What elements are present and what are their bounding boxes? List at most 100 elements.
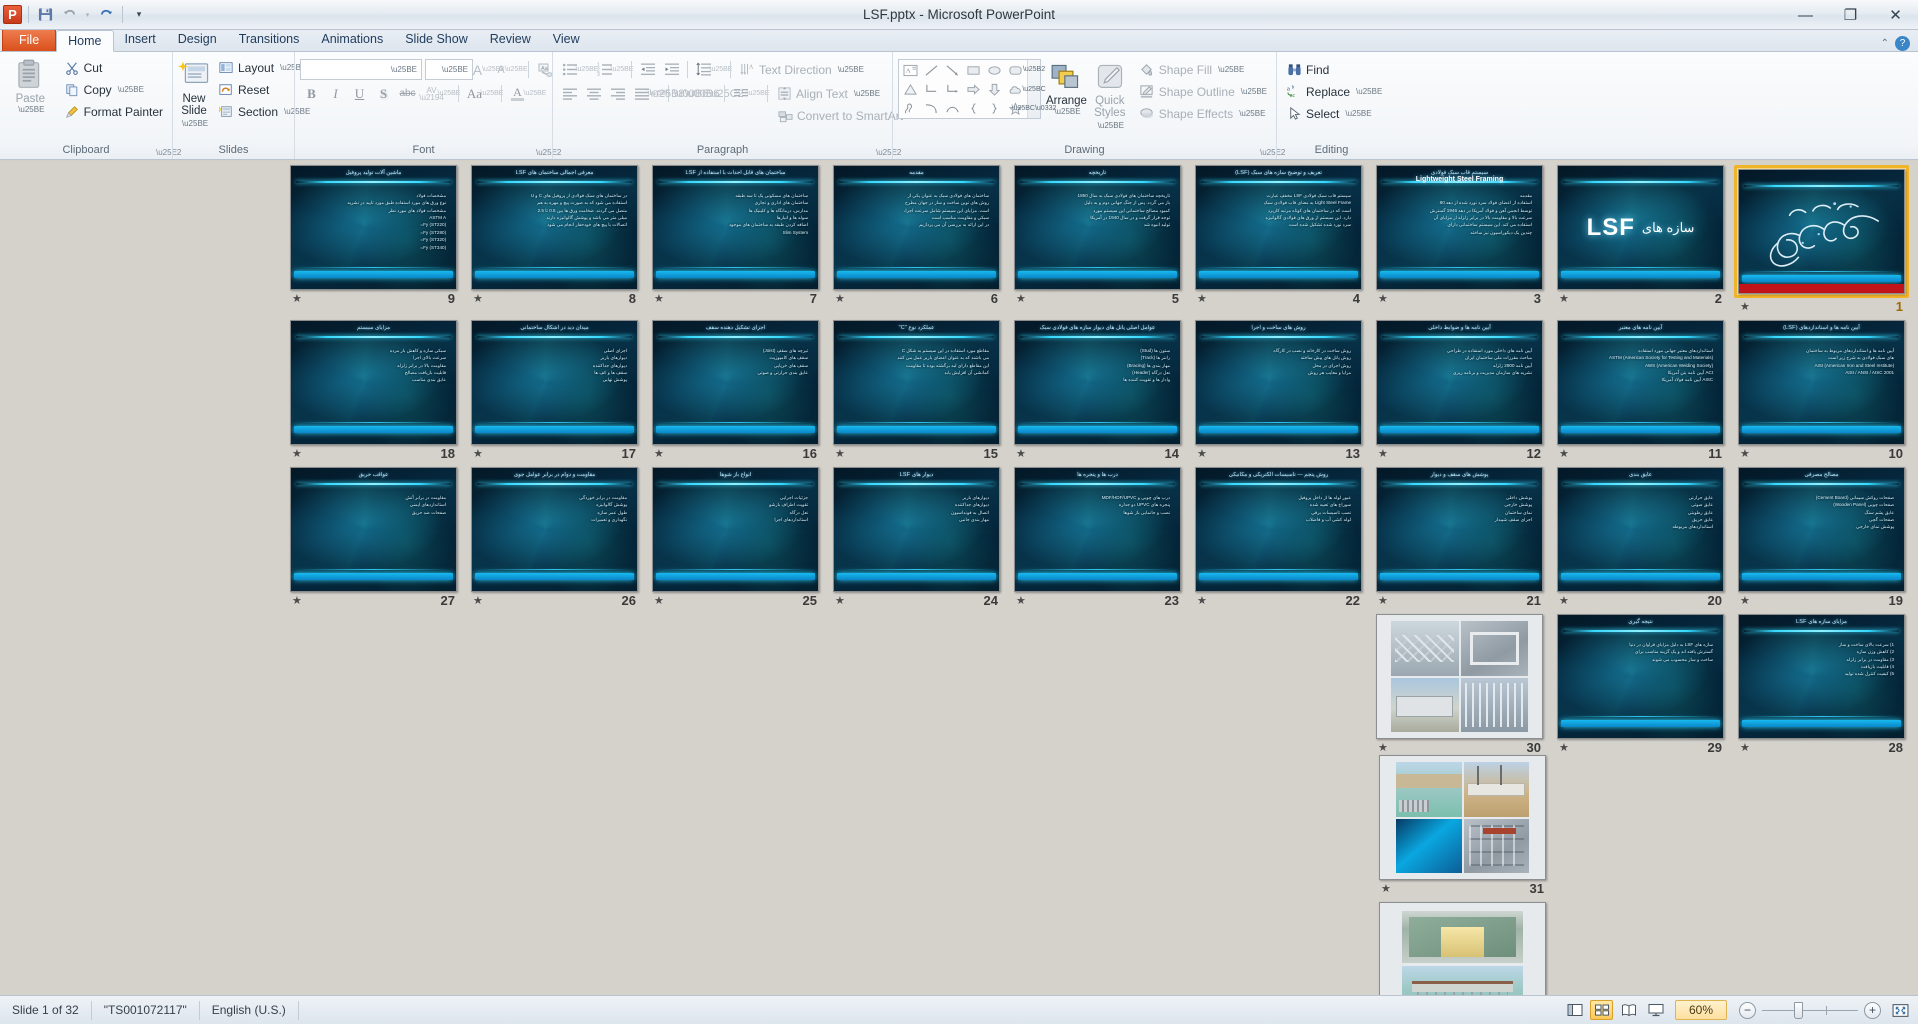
slide-thumbnail-wrap[interactable]: عایق بندی عایق حرارتی عایق صوتی عایق رطوبت… xyxy=(1553,467,1728,592)
format-painter-button[interactable]: Format Painter xyxy=(60,101,167,122)
transition-star-icon[interactable]: ★​ xyxy=(1378,742,1388,754)
shape-rectangle-icon[interactable] xyxy=(963,61,984,80)
columns-dropdown-icon[interactable]: \u25BE xyxy=(747,83,770,104)
chevron-down-icon[interactable]: \u25BE xyxy=(1356,87,1382,96)
shape-textbox-icon[interactable]: A xyxy=(900,61,921,80)
slide-thumbnail[interactable] xyxy=(1379,902,1546,995)
shapes-gallery[interactable]: A \u25B2 \u25BC \u25BC\u0332 xyxy=(898,59,1057,119)
slide-thumbnail-wrap[interactable]: آیین نامه های معتبر استانداردهای معتبر ج… xyxy=(1553,320,1728,445)
slide-cell[interactable]: عوامل اصلی پانل های دیوار سازه های فولاد… xyxy=(1010,320,1185,461)
align-right-button[interactable] xyxy=(606,83,629,104)
transition-star-icon[interactable]: ★​ xyxy=(292,448,302,460)
window-controls[interactable]: — ❐ ✕ xyxy=(1783,0,1918,29)
char-spacing-dropdown-icon[interactable]: \u25BE xyxy=(438,83,461,104)
shape-arc-icon[interactable] xyxy=(942,99,963,118)
slide-cell[interactable]: آیین نامه های معتبر استانداردهای معتبر ج… xyxy=(1553,320,1728,461)
transition-star-icon[interactable]: ★​ xyxy=(654,293,664,305)
shape-elbow-arrow-icon[interactable] xyxy=(942,80,963,99)
slide-cell[interactable]: درب ها و پنجره ها درب های چوبی و MDF/HDF… xyxy=(1010,467,1185,608)
slide-thumbnail[interactable]: روش های ساخت و اجرا روش ساخت در کارخانه … xyxy=(1195,320,1362,445)
slide-thumbnail[interactable]: اجزای تشکیل دهنده سقف تیرچه های سقف (Joi… xyxy=(652,320,819,445)
slide-cell[interactable]: انواع باز شوها جزئیات اجرایی تقویت اطراف … xyxy=(648,467,823,608)
view-slide-show-button[interactable] xyxy=(1644,1000,1667,1020)
slide-cell[interactable]: ★​ 1 xyxy=(1734,165,1909,314)
gallery-more-icon[interactable]: \u25BC\u0332 xyxy=(1012,99,1057,118)
restore-button[interactable]: ❐ xyxy=(1828,0,1873,30)
tab-animations[interactable]: Animations xyxy=(310,29,394,51)
slide-thumbnail[interactable]: مصالح مصرفی صفحات روکش سیمانی (Cement Bo… xyxy=(1738,467,1905,592)
slide-thumbnail[interactable] xyxy=(1738,169,1905,294)
zoom-track[interactable] xyxy=(1762,1001,1858,1019)
customize-qat-icon[interactable]: ▾ xyxy=(129,5,149,25)
slide-thumbnail[interactable]: مقدمه ساختمان های فولادی سبک به عنوان یک… xyxy=(833,165,1000,290)
slide-thumbnail[interactable]: عوامل اصلی پانل های دیوار سازه های فولاد… xyxy=(1014,320,1181,445)
transition-star-icon[interactable]: ★​ xyxy=(1016,595,1026,607)
zoom-out-button[interactable]: − xyxy=(1739,1001,1756,1019)
shape-arrow-icon[interactable] xyxy=(942,61,963,80)
transition-star-icon[interactable]: ★​ xyxy=(1740,595,1750,607)
chevron-down-icon[interactable]: \u25BE xyxy=(1218,65,1244,74)
shape-outline-button[interactable]: Shape Outline \u25BE xyxy=(1135,81,1271,102)
shape-effects-button[interactable]: Shape Effects \u25BE xyxy=(1135,103,1271,124)
slide-cell[interactable]: سازه های LSF ★​ 2 xyxy=(1553,165,1728,314)
tab-view[interactable]: View xyxy=(542,29,591,51)
slide-thumbnail-wrap[interactable]: عوامل اصلی پانل های دیوار سازه های فولاد… xyxy=(1010,320,1185,445)
transition-star-icon[interactable]: ★​ xyxy=(473,293,483,305)
slide-cell[interactable]: ★​ 31 xyxy=(1375,755,1550,896)
save-icon[interactable] xyxy=(35,5,55,25)
minimize-button[interactable]: — xyxy=(1783,0,1828,30)
transition-star-icon[interactable]: ★​ xyxy=(835,448,845,460)
slide-cell[interactable]: ماشین آلات تولید پروفیل مشخصات فولاد نوع … xyxy=(286,165,461,314)
shrink-font-button[interactable]: A \u25BE xyxy=(497,59,527,80)
close-button[interactable]: ✕ xyxy=(1873,0,1918,30)
chevron-down-icon[interactable]: \u25BE xyxy=(442,65,468,74)
slide-thumbnail-wrap[interactable]: تعریف و توضیح سازه های سبک (LSF) سیستم ق… xyxy=(1191,165,1366,290)
undo-icon[interactable] xyxy=(59,5,79,25)
slide-thumbnail[interactable]: عملکرد نوع "C" مقاطع مورد استفاده در این… xyxy=(833,320,1000,445)
slide-thumbnail[interactable] xyxy=(1379,755,1546,880)
chevron-down-icon[interactable]: \u25BE xyxy=(118,85,144,94)
find-button[interactable]: Find xyxy=(1282,59,1386,80)
rtl-direction-button[interactable]: \u00B6\u25C2 xyxy=(673,83,743,104)
slide-thumbnail-wrap[interactable]: انواع باز شوها جزئیات اجرایی تقویت اطراف … xyxy=(648,467,823,592)
new-slide-button[interactable]: New Slide \u25BE xyxy=(178,57,210,130)
slide-cell[interactable]: ★​ 30 ★​ 31 xyxy=(1372,614,1547,995)
shape-triangle-icon[interactable] xyxy=(900,80,921,99)
language-status[interactable]: English (U.S.) xyxy=(200,1000,299,1020)
slide-thumbnail-wrap[interactable]: تاریخچه تاریخچه ساختمان های فولادی سبک ب… xyxy=(1010,165,1185,290)
slide-thumbnail[interactable]: مزایای سازه های LSF 1) سرعت بالای ساخت و… xyxy=(1738,614,1905,739)
slide-thumbnail[interactable]: درب ها و پنجره ها درب های چوبی و MDF/HDF… xyxy=(1014,467,1181,592)
align-center-button[interactable] xyxy=(582,83,605,104)
font-name-input[interactable]: \u25BE xyxy=(300,59,422,80)
slide-thumbnail-wrap[interactable] xyxy=(1375,755,1550,880)
slide-thumbnail-wrap[interactable]: مصالح مصرفی صفحات روکش سیمانی (Cement Bo… xyxy=(1734,467,1909,592)
slide-selection-frame[interactable] xyxy=(1734,165,1909,298)
slide-sorter-pane[interactable]: ★​ 1 سازه های LSF ★​ 2 سیستم قاب سبک فول… xyxy=(0,161,1918,995)
undo-dropdown-icon[interactable]: ▾ xyxy=(83,5,92,25)
slide-cell[interactable]: آیین نامه ها و ضوابط داخلی آیین نامه های… xyxy=(1372,320,1547,461)
slide-thumbnail-wrap[interactable]: مقدمه ساختمان های فولادی سبک به عنوان یک… xyxy=(829,165,1004,290)
slide-thumbnail-wrap[interactable]: ★​ 30 xyxy=(1372,614,1547,755)
slide-cell[interactable]: تعریف و توضیح سازه های سبک (LSF) سیستم ق… xyxy=(1191,165,1366,314)
zoom-level-button[interactable]: 60% xyxy=(1675,1000,1727,1020)
view-slide-sorter-button[interactable] xyxy=(1590,1000,1613,1020)
ribbon-tabs[interactable]: File Home Insert Design Transitions Anim… xyxy=(0,29,1918,52)
powerpoint-logo-icon[interactable]: P xyxy=(3,5,22,24)
slide-thumbnail[interactable]: عایق بندی عایق حرارتی عایق صوتی عایق رطوبت… xyxy=(1557,467,1724,592)
slide-thumbnail-wrap[interactable]: روش های ساخت و اجرا روش ساخت در کارخانه … xyxy=(1191,320,1366,445)
slide-cell[interactable]: معرفی اجمالی ساختمان های LSF در ساختمان … xyxy=(467,165,642,314)
chevron-down-icon[interactable]: \u25BE xyxy=(18,105,44,114)
slide-thumbnail-wrap[interactable]: آیین نامه ها و ضوابط داخلی آیین نامه های… xyxy=(1372,320,1547,445)
strikethrough-button[interactable]: abc xyxy=(396,83,419,104)
slide-thumbnail[interactable]: آیین نامه ها و استانداردهای (LSF) آیین ن… xyxy=(1738,320,1905,445)
drawing-dialog-launcher-icon[interactable]: \u25E2 xyxy=(1260,144,1285,157)
shape-oval-icon[interactable] xyxy=(984,61,1005,80)
transition-star-icon[interactable]: ★​ xyxy=(1740,742,1750,754)
increase-indent-button[interactable] xyxy=(660,59,683,80)
shape-right-brace-icon[interactable] xyxy=(984,99,1005,118)
chevron-down-icon[interactable]: \u25BE xyxy=(854,89,880,98)
transition-star-icon[interactable]: ★​ xyxy=(654,595,664,607)
font-size-input[interactable]: \u25BE xyxy=(425,59,473,80)
transition-star-icon[interactable]: ★​ xyxy=(1740,301,1750,313)
slide-thumbnail-wrap[interactable]: پوشش های سقف و دیوار پوشش داخلی پوشش خارج… xyxy=(1372,467,1547,592)
